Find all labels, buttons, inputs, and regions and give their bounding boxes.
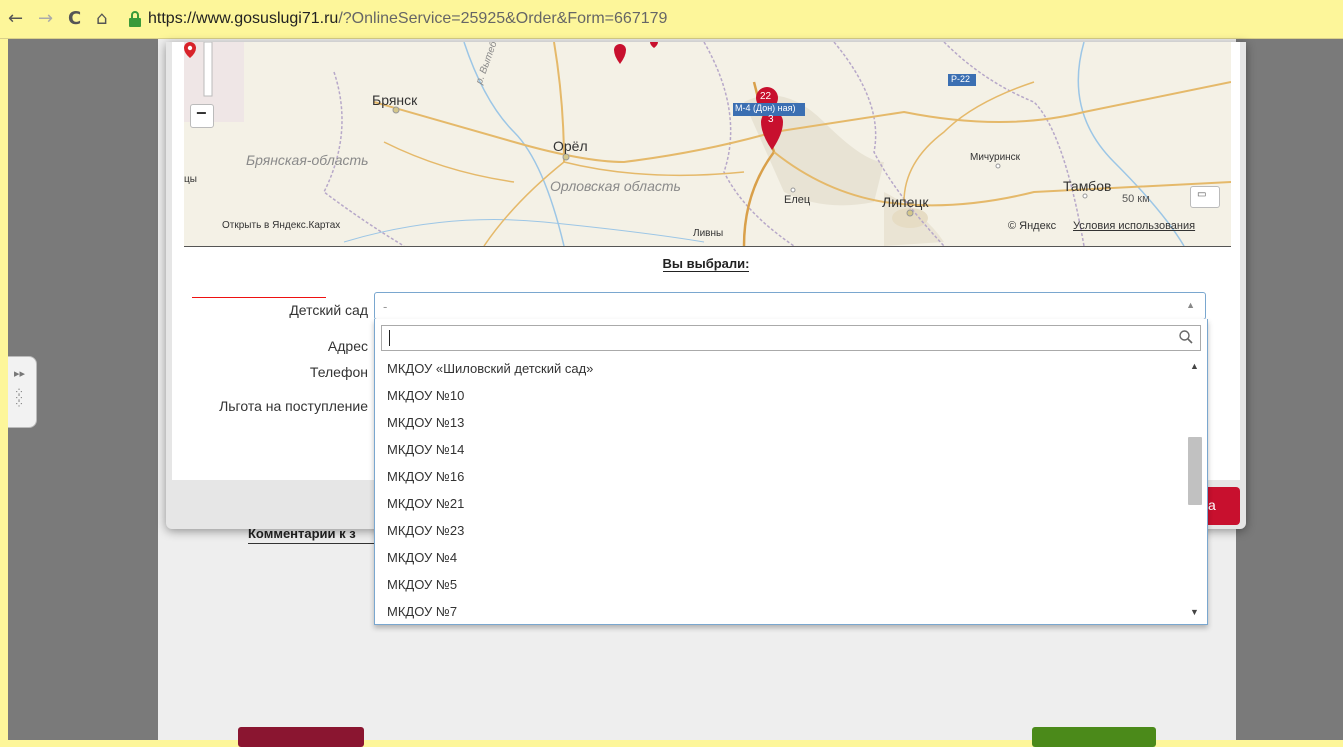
zoom-out-button[interactable]: − bbox=[190, 103, 214, 128]
reload-icon[interactable]: C bbox=[68, 8, 81, 29]
next-page-button[interactable] bbox=[1032, 727, 1156, 747]
scroll-down-icon[interactable]: ▼ bbox=[1190, 607, 1199, 617]
dropdown-option[interactable]: МКДОУ №7 bbox=[375, 598, 1179, 625]
map-edge-label: цы bbox=[184, 174, 197, 185]
map-city-lipetsk: Липецк bbox=[882, 194, 929, 210]
dropdown-option[interactable]: МКДОУ «Шиловский детский сад» bbox=[375, 355, 1179, 382]
dropdown-option[interactable]: МКДОУ №16 bbox=[375, 463, 1179, 490]
modal-action-button[interactable]: а bbox=[1204, 487, 1240, 525]
search-icon bbox=[1179, 330, 1193, 344]
map-copyright: © Яндекс bbox=[1008, 220, 1057, 232]
road-p22-badge: Р-22 bbox=[951, 74, 971, 84]
back-page-button[interactable] bbox=[238, 727, 364, 747]
side-panel-toggle[interactable]: ▸▸ ⁘ ⁘ ⁘ bbox=[8, 356, 37, 428]
lock-icon bbox=[129, 11, 141, 27]
scroll-up-icon[interactable]: ▲ bbox=[1190, 361, 1199, 371]
map-cluster-22[interactable]: 22 bbox=[760, 91, 771, 102]
dropdown-scrollbar[interactable]: ▲ ▼ bbox=[1181, 355, 1207, 623]
dropdown-option[interactable]: МКДОУ №14 bbox=[375, 436, 1179, 463]
yandex-map[interactable]: − Брянск Брянская-область Орёл Орловская… bbox=[184, 42, 1231, 247]
text-cursor bbox=[389, 330, 390, 346]
dropdown-option[interactable]: МКДОУ №21 bbox=[375, 490, 1179, 517]
dropdown-option[interactable]: МКДОУ №4 bbox=[375, 544, 1179, 571]
kindergarten-dropdown: МКДОУ «Шиловский детский сад» МКДОУ №10 … bbox=[374, 319, 1208, 625]
benefit-label: Льгота на поступление bbox=[219, 398, 368, 414]
ruler-button[interactable]: ▭ bbox=[1190, 186, 1220, 208]
dropdown-option[interactable]: МКДОУ №23 bbox=[375, 517, 1179, 544]
map-city-tambov: Тамбов bbox=[1063, 178, 1112, 194]
open-in-yandex-link[interactable]: Открыть в Яндекс.Картах bbox=[222, 220, 340, 231]
map-region-bryansk: Брянская-область bbox=[246, 152, 369, 168]
scrollbar-thumb[interactable] bbox=[1188, 437, 1202, 505]
dropdown-search-input[interactable] bbox=[388, 327, 1162, 351]
kindergarten-label: Детский сад bbox=[289, 302, 368, 318]
expand-arrows-icon: ▸▸ bbox=[14, 368, 26, 380]
ruler-icon: ▭ bbox=[1197, 189, 1207, 200]
error-underline bbox=[192, 297, 326, 298]
back-icon[interactable]: ← bbox=[8, 8, 23, 29]
url-path: /?OnlineService=25925&Order&Form=667179 bbox=[338, 10, 668, 27]
browser-toolbar: ← → C ⌂ https://www.gosuslugi71.ru/?Onli… bbox=[0, 0, 1343, 39]
address-label: Адрес bbox=[327, 338, 368, 354]
map-pin-icon bbox=[184, 42, 196, 58]
road-m4-badge: М-4 (Дон) ная) bbox=[735, 103, 796, 113]
map-city-bryansk: Брянск bbox=[372, 92, 418, 108]
caret-up-icon: ▲ bbox=[1186, 300, 1195, 310]
chosen-heading: Вы выбрали: bbox=[662, 256, 750, 272]
map-city-elets: Елец bbox=[784, 194, 811, 206]
grid-dots-icon: ⁘ ⁘ ⁘ bbox=[14, 385, 24, 411]
dropdown-option[interactable]: МКДОУ №10 bbox=[375, 382, 1179, 409]
map-city-orel: Орёл bbox=[553, 138, 588, 154]
map-canvas bbox=[184, 42, 1231, 246]
url-host: https://www.gosuslugi71.ru bbox=[148, 10, 339, 27]
map-scale-label: 50 км bbox=[1122, 193, 1150, 205]
dropdown-option[interactable]: МКДОУ №5 bbox=[375, 571, 1179, 598]
forward-icon[interactable]: → bbox=[38, 8, 53, 29]
map-city-michurinsk: Мичуринск bbox=[970, 152, 1021, 163]
home-icon[interactable]: ⌂ bbox=[96, 8, 107, 29]
map-terms-link[interactable]: Условия использования bbox=[1073, 220, 1195, 232]
address-bar[interactable]: https://www.gosuslugi71.ru/?OnlineServic… bbox=[148, 10, 667, 28]
dropdown-option[interactable]: МКДОУ №13 bbox=[375, 409, 1179, 436]
kindergarten-select[interactable]: - ▲ bbox=[374, 292, 1206, 320]
select-value: - bbox=[383, 299, 388, 314]
map-region-orel: Орловская область bbox=[550, 178, 681, 194]
dropdown-search[interactable] bbox=[381, 325, 1201, 351]
dropdown-options: МКДОУ «Шиловский детский сад» МКДОУ №10 … bbox=[375, 355, 1179, 625]
map-cluster-3[interactable]: 3 bbox=[768, 114, 774, 125]
map-city-livny: Ливны bbox=[693, 228, 724, 239]
phone-label: Телефон bbox=[309, 364, 368, 380]
